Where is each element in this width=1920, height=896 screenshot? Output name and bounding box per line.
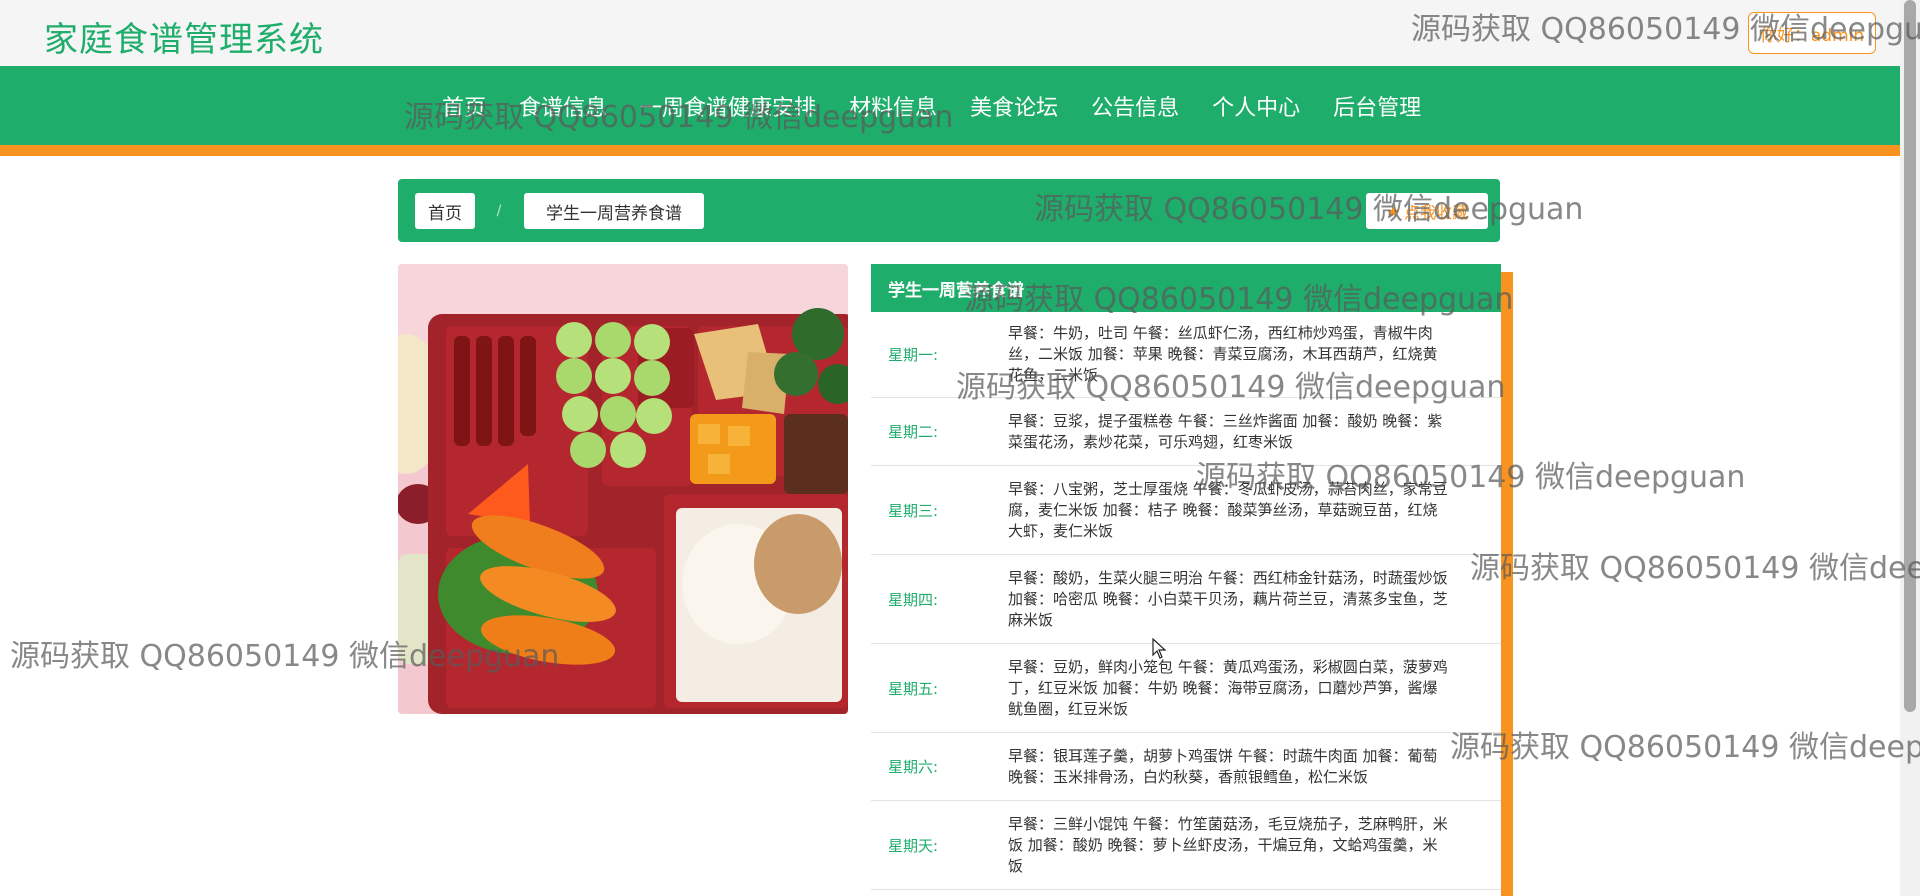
menu-day: 星期四: <box>888 590 939 609</box>
mouse-cursor-icon <box>1152 638 1167 659</box>
menu-meals: 早餐：三鲜小馄饨 午餐：竹笙菌菇汤，毛豆烧茄子，芝麻鸭肝，米饭 加餐：酸奶 晚餐… <box>1008 814 1448 875</box>
menu-row: 星期六: 早餐：银耳莲子羹，胡萝卜鸡蛋饼 午餐：时蔬牛肉面 加餐：葡萄 晚餐：玉… <box>871 733 1501 801</box>
watermark-text: 源码获取 QQ86050149 微信deepguan <box>1470 551 1920 586</box>
nav-item-admin[interactable]: 后台管理 <box>1333 90 1421 122</box>
breadcrumb-home[interactable]: 首页 <box>415 193 475 229</box>
breadcrumb-separator: / <box>496 203 502 219</box>
menu-meals: 早餐：酸奶，生菜火腿三明治 午餐：西红柿金针菇汤，时蔬蛋炒饭 加餐：哈密瓜 晚餐… <box>1008 568 1448 629</box>
nav-item-recipes[interactable]: 食谱信息 <box>519 90 607 122</box>
breadcrumb-current[interactable]: 学生一周营养食谱 <box>524 193 704 229</box>
menu-day: 星期五: <box>888 679 939 698</box>
menu-meals: 早餐：银耳莲子羹，胡萝卜鸡蛋饼 午餐：时蔬牛肉面 加餐：葡萄 晚餐：玉米排骨汤，… <box>1008 746 1438 786</box>
favorite-button[interactable]: ★ 点我收藏 <box>1366 193 1488 229</box>
menu-day: 星期二: <box>888 423 939 441</box>
top-header: 家庭食谱管理系统 你好：admin <box>0 0 1900 66</box>
menu-row: 星期二: 早餐：豆浆，提子蛋糕卷 午餐：三丝炸酱面 加餐：酸奶 晚餐：紫菜蛋花汤… <box>871 398 1501 466</box>
menu-row: 星期一: 早餐：牛奶，吐司 午餐：丝瓜虾仁汤，西红柿炒鸡蛋，青椒牛肉丝，二米饭 … <box>871 312 1501 398</box>
menu-row: 星期天: 早餐：三鲜小馄饨 午餐：竹笙菌菇汤，毛豆烧茄子，芝麻鸭肝，米饭 加餐：… <box>871 801 1501 890</box>
weekly-menu-table: 学生一周营养食谱 星期一: 早餐：牛奶，吐司 午餐：丝瓜虾仁汤，西红柿炒鸡蛋，青… <box>871 264 1501 896</box>
recipe-image <box>398 264 848 714</box>
page-scrollbar[interactable] <box>1900 0 1920 896</box>
nav-item-forum[interactable]: 美食论坛 <box>970 90 1058 122</box>
menu-meals: 早餐：牛奶，吐司 午餐：丝瓜虾仁汤，西红柿炒鸡蛋，青椒牛肉丝，二米饭 加餐：苹果… <box>1008 324 1438 384</box>
menu-day: 星期六: <box>888 758 939 776</box>
menu-meals: 早餐：豆奶，鲜肉小笼包 午餐：黄瓜鸡蛋汤，彩椒圆白菜，菠萝鸡丁，红豆米饭 加餐：… <box>1008 657 1448 718</box>
menu-row: 星期五: 早餐：豆奶，鲜肉小笼包 午餐：黄瓜鸡蛋汤，彩椒圆白菜，菠萝鸡丁，红豆米… <box>871 644 1501 733</box>
menu-meals: 早餐：八宝粥，芝士厚蛋烧 午餐：冬瓜虾皮汤，蒜苔肉丝，家常豆腐，麦仁米饭 加餐：… <box>1008 479 1448 540</box>
nav-item-weekly-plan[interactable]: 一周食谱健康安排 <box>640 90 816 122</box>
menu-day: 星期一: <box>888 346 939 364</box>
favorite-label: 点我收藏 <box>1404 203 1469 222</box>
menu-meals: 早餐：豆浆，提子蛋糕卷 午餐：三丝炸酱面 加餐：酸奶 晚餐：紫菜蛋花汤，素炒花菜… <box>1008 411 1443 451</box>
menu-day: 星期三: <box>888 501 939 520</box>
nav-item-announcements[interactable]: 公告信息 <box>1091 90 1179 122</box>
main-nav: 首页 食谱信息 一周食谱健康安排 材料信息 美食论坛 公告信息 个人中心 后台管… <box>0 66 1900 156</box>
user-button[interactable]: 你好：admin <box>1748 12 1876 54</box>
scrollbar-thumb[interactable] <box>1904 0 1916 712</box>
menu-title: 学生一周营养食谱 <box>871 264 1501 312</box>
page: 家庭食谱管理系统 你好：admin 首页 食谱信息 一周食谱健康安排 材料信息 … <box>0 0 1920 896</box>
nav-item-ingredients[interactable]: 材料信息 <box>849 90 937 122</box>
weekly-menu-panel: 学生一周营养食谱 星期一: 早餐：牛奶，吐司 午餐：丝瓜虾仁汤，西红柿炒鸡蛋，青… <box>871 264 1513 896</box>
nav-list: 首页 食谱信息 一周食谱健康安排 材料信息 美食论坛 公告信息 个人中心 后台管… <box>442 90 1454 122</box>
site-title: 家庭食谱管理系统 <box>44 20 324 60</box>
menu-row: 星期四: 早餐：酸奶，生菜火腿三明治 午餐：西红柿金针菇汤，时蔬蛋炒饭 加餐：哈… <box>871 555 1501 644</box>
nav-item-home[interactable]: 首页 <box>442 90 486 122</box>
menu-day: 星期天: <box>888 836 939 855</box>
nav-item-profile[interactable]: 个人中心 <box>1212 90 1300 122</box>
menu-row: 星期三: 早餐：八宝粥，芝士厚蛋烧 午餐：冬瓜虾皮汤，蒜苔肉丝，家常豆腐，麦仁米… <box>871 466 1501 555</box>
watermark-text: 源码获取 QQ86050149 微信deepguan <box>1450 730 1920 765</box>
star-icon: ★ <box>1385 201 1401 221</box>
breadcrumb: 首页 / 学生一周营养食谱 ★ 点我收藏 <box>398 179 1500 242</box>
